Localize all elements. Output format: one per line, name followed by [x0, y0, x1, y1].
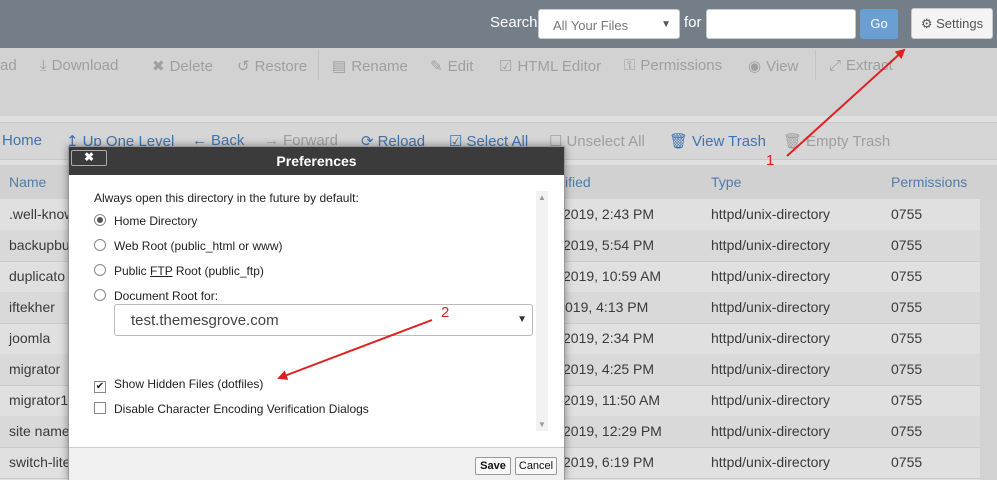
- annotation-arrows: [277, 48, 906, 380]
- annotation-arrow-2: [277, 319, 433, 380]
- annotation-arrow-1: [786, 48, 906, 157]
- annotation-label-2: 2: [441, 304, 450, 321]
- annotation-label-1: 1: [766, 152, 775, 169]
